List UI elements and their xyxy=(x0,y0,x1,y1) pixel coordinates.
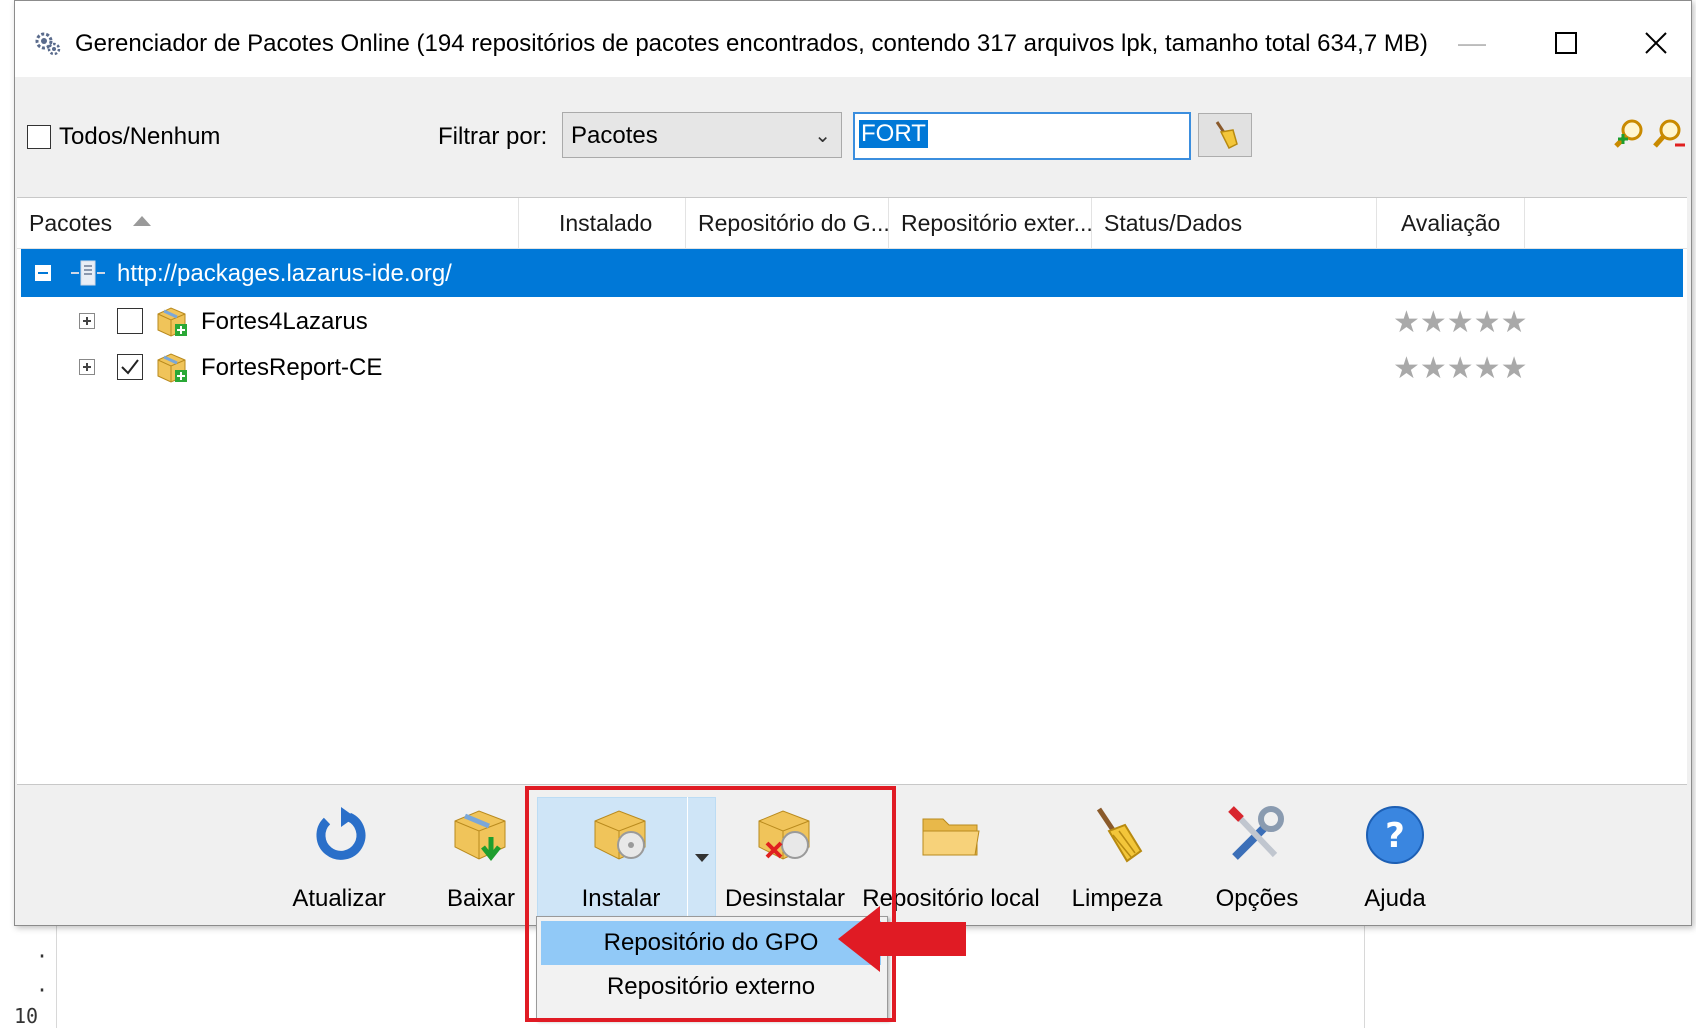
column-status[interactable]: Status/Dados xyxy=(1092,198,1377,248)
window-title: Gerenciador de Pacotes Online (194 repos… xyxy=(75,30,1428,57)
column-packages[interactable]: Pacotes xyxy=(17,198,519,248)
rating-stars[interactable]: ★★★★★ xyxy=(1393,351,1527,386)
editor-dot: · xyxy=(36,978,49,1002)
refresh-label: Atualizar xyxy=(292,885,386,912)
close-icon xyxy=(1645,32,1667,54)
rating-stars[interactable]: ★★★★★ xyxy=(1393,305,1527,340)
title-bar[interactable]: Gerenciador de Pacotes Online (194 repos… xyxy=(15,1,1691,77)
close-button[interactable] xyxy=(1613,13,1696,73)
cleanup-button[interactable]: Limpeza xyxy=(1055,795,1179,913)
select-all-checkbox[interactable] xyxy=(27,125,51,149)
options-label: Opções xyxy=(1215,885,1299,912)
column-header: Pacotes Instalado Repositório do G... Re… xyxy=(17,198,1687,249)
editor-gutter-line xyxy=(56,924,57,1028)
column-external-repository[interactable]: Repositório exter... xyxy=(889,198,1092,248)
zoom-out-icon[interactable] xyxy=(1652,117,1686,151)
filter-by-select[interactable]: Pacotes ⌄ xyxy=(562,112,842,158)
expand-icon[interactable] xyxy=(79,359,95,375)
filter-by-value: Pacotes xyxy=(571,122,658,149)
packages-tree[interactable]: Pacotes Instalado Repositório do G... Re… xyxy=(17,197,1687,785)
minimize-button[interactable]: — xyxy=(1429,13,1515,73)
clear-filter-button[interactable] xyxy=(1198,113,1252,157)
options-button[interactable]: Opções xyxy=(1195,795,1319,913)
package-name: Fortes4Lazarus xyxy=(201,308,368,335)
annotation-highlight-box xyxy=(525,786,896,1022)
repository-row[interactable]: http://packages.lazarus-ide.org/ xyxy=(21,249,1683,297)
maximize-button[interactable] xyxy=(1523,13,1609,73)
maximize-icon xyxy=(1555,32,1577,54)
package-checkbox-checked[interactable] xyxy=(117,354,143,380)
svg-text:?: ? xyxy=(1385,816,1405,856)
download-label: Baixar xyxy=(446,885,516,912)
checkmark-icon xyxy=(121,359,139,375)
broom-icon xyxy=(1096,807,1143,863)
expand-icon[interactable] xyxy=(79,313,95,329)
minimize-icon: — xyxy=(1458,27,1486,58)
editor-line-number: 10 xyxy=(14,1004,39,1028)
chevron-down-icon: ⌄ xyxy=(814,125,831,147)
column-rating[interactable]: Avaliação xyxy=(1377,198,1525,248)
column-installed[interactable]: Instalado xyxy=(519,198,686,248)
sort-ascending-icon xyxy=(133,216,151,226)
help-icon: ? xyxy=(1366,806,1424,864)
column-gpo-repository[interactable]: Repositório do G... xyxy=(686,198,889,248)
cleanup-label: Limpeza xyxy=(1071,885,1163,912)
help-button[interactable]: ? Ajuda xyxy=(1333,795,1457,913)
search-input-value: FORT xyxy=(859,120,928,148)
package-checkbox[interactable] xyxy=(117,308,143,334)
package-add-icon xyxy=(157,307,187,337)
repository-url: http://packages.lazarus-ide.org/ xyxy=(117,260,452,287)
help-label: Ajuda xyxy=(1364,885,1426,912)
gears-icon xyxy=(35,32,61,56)
download-package-icon xyxy=(454,810,506,862)
package-add-icon xyxy=(157,353,187,383)
filter-bar: Todos/Nenhum Filtrar por: Pacotes ⌄ FORT xyxy=(15,77,1691,195)
package-row[interactable]: FortesReport-CE ★★★★★ xyxy=(21,343,1683,391)
refresh-button[interactable]: Atualizar xyxy=(277,795,401,913)
package-name: FortesReport-CE xyxy=(201,354,383,381)
filter-by-label: Filtrar por: xyxy=(438,123,548,150)
select-all-label[interactable]: Todos/Nenhum xyxy=(59,123,220,151)
network-server-icon xyxy=(71,260,105,286)
folder-icon xyxy=(922,818,980,856)
collapse-icon[interactable] xyxy=(35,265,51,281)
tools-icon xyxy=(1228,806,1284,860)
search-input[interactable]: FORT xyxy=(853,112,1191,160)
broom-icon xyxy=(1215,121,1238,150)
annotation-arrow-icon xyxy=(838,906,966,972)
editor-divider-line xyxy=(1364,924,1365,1028)
editor-dot: · xyxy=(36,944,49,968)
package-row[interactable]: Fortes4Lazarus ★★★★★ xyxy=(21,297,1683,345)
refresh-icon xyxy=(316,807,366,860)
zoom-in-icon[interactable] xyxy=(1612,117,1646,151)
